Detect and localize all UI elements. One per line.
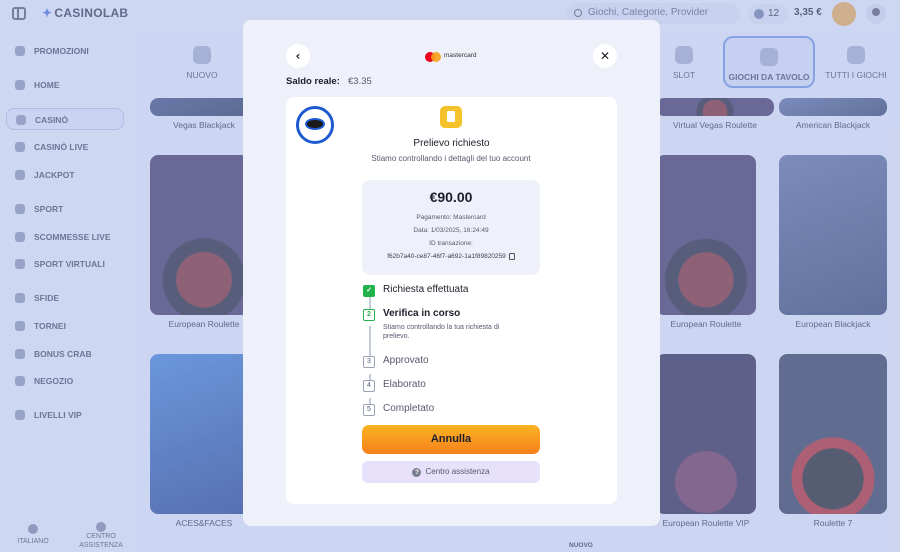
cancel-withdrawal-button[interactable]: Annulla: [362, 425, 540, 454]
back-button[interactable]: ‹: [286, 44, 310, 68]
withdrawal-subtitle: Stiamo controllando i dettagli del tuo a…: [371, 154, 531, 163]
saldo-label: Saldo reale:: [286, 76, 340, 87]
step-number: 3: [363, 356, 375, 368]
mastercard-circle-yellow: [431, 52, 441, 62]
payment-method: Pagamento: Mastercard: [416, 214, 486, 221]
saldo-value: €3.35: [348, 76, 372, 87]
mastercard-logo: mastercard: [425, 51, 495, 63]
close-icon: ✕: [599, 49, 611, 63]
transaction-date: Data: 1/03/2025, 16:24:49: [413, 227, 489, 234]
question-icon: ?: [412, 468, 422, 477]
transaction-id: f62b7a40-ce87-46f7-a692-1a1f89820259: [362, 253, 540, 260]
withdrawal-card: Prelievo richiesto Stiamo controllando i…: [286, 97, 617, 504]
transaction-id-label: ID transazione:: [429, 240, 473, 247]
withdrawal-amount: €90.00: [429, 189, 473, 205]
transaction-details: €90.00 Pagamento: Mastercard Data: 1/03/…: [362, 180, 540, 275]
chevron-left-icon: ‹: [295, 49, 301, 63]
withdrawal-modal: ‹ mastercard ✕ Saldo reale: €3.35 Prelie…: [243, 20, 660, 526]
step-number: 2: [363, 309, 375, 321]
step-description: Stiamo controllando la tua richiesta di …: [383, 324, 500, 340]
step-number: 5: [363, 404, 375, 416]
check-icon: ✓: [363, 285, 375, 297]
close-button[interactable]: ✕: [593, 44, 617, 68]
step-number: 4: [363, 380, 375, 392]
withdrawal-title: Prelievo richiesto: [413, 138, 490, 149]
help-center-button[interactable]: ? Centro assistenza: [362, 461, 540, 483]
copy-icon[interactable]: [508, 253, 515, 260]
document-icon: [440, 106, 462, 128]
